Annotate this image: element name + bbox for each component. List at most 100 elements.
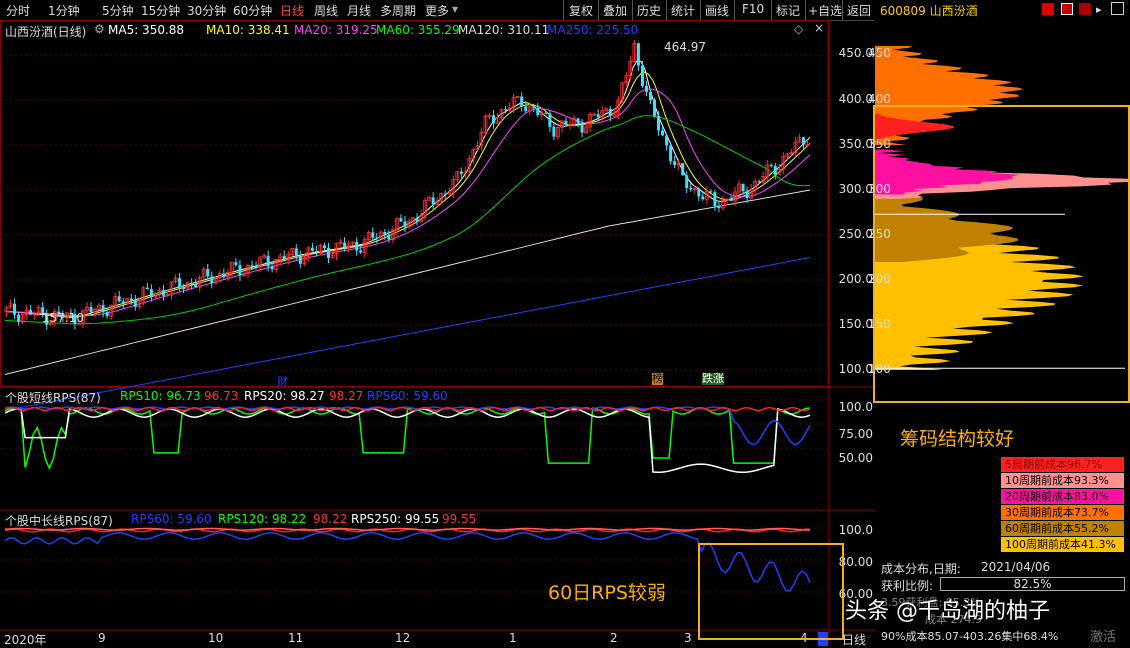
candle-body <box>238 265 242 276</box>
candle-body <box>769 164 773 166</box>
period-tab-30min[interactable]: 30分钟 <box>187 2 226 19</box>
rps250-value: 99.55 <box>442 512 477 526</box>
candle-body <box>801 137 805 145</box>
ma60-line <box>4 115 811 325</box>
bottom-period-tab[interactable]: 日线 <box>842 631 866 648</box>
candle-body <box>298 255 302 264</box>
candle-body <box>653 99 657 116</box>
back-button[interactable]: 返回 <box>847 2 871 19</box>
rps-short-title: 个股短线RPS(87) <box>5 391 101 405</box>
profit-ratio-value: 82.5% <box>1013 577 1052 591</box>
rps60-highlight-box <box>698 543 844 640</box>
chip-tick: 150 <box>868 317 891 331</box>
adjust-button[interactable]: 复权 <box>569 2 593 19</box>
low-price-label: 157.10 <box>42 311 84 325</box>
candle-body <box>443 193 447 195</box>
price-axis: 450.0 400.0 350.0 300.0 250.0 200.0 150.… <box>829 20 875 386</box>
candle-body <box>717 206 721 208</box>
candle-body <box>149 289 153 297</box>
ma120-line <box>4 189 811 375</box>
candle-body <box>681 163 685 176</box>
ma-legend-item: MA250: 225.50 <box>547 23 639 37</box>
chip-header: 600809 山西汾酒 ▸ <box>875 0 1130 20</box>
candle-body <box>206 269 210 277</box>
ma20-line <box>4 88 811 317</box>
period-tab-daily[interactable]: 日线 <box>280 2 304 19</box>
candle-body <box>359 250 363 253</box>
chip-tick: 250 <box>868 227 891 241</box>
period-tab-1min[interactable]: 1分钟 <box>48 2 80 19</box>
candle-body <box>576 118 580 124</box>
chip-tick: 400 <box>868 92 891 106</box>
stats-button[interactable]: 统计 <box>671 2 695 19</box>
chip-legend-100: 100周期前成本41.3% <box>1001 537 1124 552</box>
candle-body <box>532 105 536 108</box>
candle-body <box>504 109 508 111</box>
add-watchlist-button[interactable]: +自选 <box>808 2 842 19</box>
candle-body <box>383 231 387 235</box>
limit-marker[interactable]: 跌涨 <box>702 373 724 385</box>
candle-body <box>322 245 326 249</box>
rps10-label: RPS10: 96.73 <box>120 389 201 403</box>
period-tab-weekly[interactable]: 周线 <box>314 2 338 19</box>
rps60-weak-note: 60日RPS较弱 <box>548 582 666 604</box>
candle-body <box>234 262 238 266</box>
candle-body <box>685 175 689 188</box>
period-tab-monthly[interactable]: 月线 <box>347 2 371 19</box>
candle-body <box>161 290 165 296</box>
date-tick: 2020年 <box>4 633 47 647</box>
candle-body <box>745 191 749 199</box>
period-tab-60min[interactable]: 60分钟 <box>233 2 272 19</box>
candle-body <box>314 250 318 252</box>
history-button[interactable]: 历史 <box>637 2 661 19</box>
candle-body <box>608 108 612 117</box>
rps250-label: RPS250: 99.55 <box>351 512 440 526</box>
chip-legend-10: 10周期前成本93.3% <box>1001 473 1124 488</box>
candle-body <box>310 247 314 251</box>
flag-red-icon[interactable] <box>1042 3 1054 15</box>
overlay-button[interactable]: 叠加 <box>603 2 627 19</box>
candle-body <box>294 248 298 256</box>
rps20-line <box>4 408 811 474</box>
period-tab-tick[interactable]: 分时 <box>6 2 30 19</box>
date-tick: 11 <box>288 631 304 645</box>
diamond-icon[interactable]: ◇ <box>794 22 803 36</box>
collapse-icon[interactable] <box>1111 2 1124 15</box>
settings-icon[interactable]: ⚙ <box>94 22 105 36</box>
candle-body <box>729 199 733 201</box>
period-tab-more[interactable]: 更多 <box>425 2 449 19</box>
rps10-value: 96.73 <box>204 389 239 403</box>
candle-body <box>387 234 391 240</box>
finance-marker[interactable]: 财 <box>277 373 288 389</box>
candle-body <box>713 192 717 207</box>
candle-body <box>773 165 777 175</box>
chip-legend-5: 5周期前成本96.7% <box>1001 457 1124 472</box>
stock-code-name: 600809 山西汾酒 <box>880 4 978 18</box>
candle-body <box>741 183 745 192</box>
high-price-label: 464.97 <box>664 40 706 54</box>
candle-body <box>266 255 270 267</box>
candle-body <box>371 232 375 238</box>
candle-body <box>222 273 226 278</box>
rps-tick: 100.0 <box>838 400 873 414</box>
period-tab-15min[interactable]: 15分钟 <box>141 2 180 19</box>
mark-button[interactable]: 标记 <box>776 2 800 19</box>
f10-button[interactable]: F10 <box>742 2 764 16</box>
expand-icon[interactable]: ▸ <box>1096 3 1102 16</box>
rps120-value: 98.22 <box>313 512 348 526</box>
candle-body <box>403 221 407 227</box>
draw-line-button[interactable]: 画线 <box>705 2 729 19</box>
dropdown-arrow-icon[interactable]: ▾ <box>452 2 458 16</box>
chip-tick: 200 <box>868 272 891 286</box>
chip-good-note: 筹码结构较好 <box>900 428 1015 450</box>
flag-selected-icon[interactable] <box>1061 3 1073 15</box>
rps-short-axis: 100.0 75.00 50.00 <box>829 388 875 510</box>
candle-body <box>29 310 33 315</box>
flag-icon[interactable] <box>1079 3 1091 15</box>
candle-body <box>689 187 693 190</box>
period-tab-5min[interactable]: 5分钟 <box>102 2 134 19</box>
rank-marker[interactable]: 榜 <box>652 373 663 385</box>
candle-body <box>133 300 137 307</box>
period-tab-multi[interactable]: 多周期 <box>380 2 416 19</box>
close-icon[interactable]: × <box>814 21 824 35</box>
